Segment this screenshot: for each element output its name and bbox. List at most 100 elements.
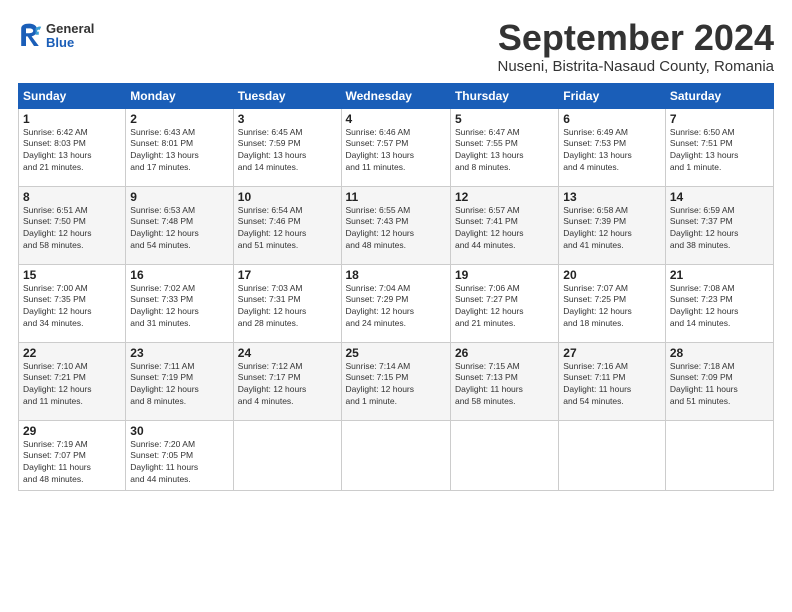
table-row xyxy=(559,420,666,490)
day-number: 23 xyxy=(130,346,228,360)
table-row: 15Sunrise: 7:00 AMSunset: 7:35 PMDayligh… xyxy=(19,264,126,342)
day-info: Sunrise: 6:45 AMSunset: 7:59 PMDaylight:… xyxy=(238,127,337,175)
table-row: 1Sunrise: 6:42 AMSunset: 8:03 PMDaylight… xyxy=(19,108,126,186)
table-row: 2Sunrise: 6:43 AMSunset: 8:01 PMDaylight… xyxy=(126,108,233,186)
day-info: Sunrise: 7:06 AMSunset: 7:27 PMDaylight:… xyxy=(455,283,554,331)
day-number: 12 xyxy=(455,190,554,204)
day-number: 14 xyxy=(670,190,769,204)
day-number: 6 xyxy=(563,112,661,126)
day-info: Sunrise: 6:55 AMSunset: 7:43 PMDaylight:… xyxy=(346,205,446,253)
calendar-table: Sunday Monday Tuesday Wednesday Thursday… xyxy=(18,83,774,491)
day-number: 1 xyxy=(23,112,121,126)
table-row: 9Sunrise: 6:53 AMSunset: 7:48 PMDaylight… xyxy=(126,186,233,264)
day-number: 2 xyxy=(130,112,228,126)
day-info: Sunrise: 6:53 AMSunset: 7:48 PMDaylight:… xyxy=(130,205,228,253)
col-thursday: Thursday xyxy=(450,83,558,108)
day-info: Sunrise: 7:14 AMSunset: 7:15 PMDaylight:… xyxy=(346,361,446,409)
day-info: Sunrise: 6:51 AMSunset: 7:50 PMDaylight:… xyxy=(23,205,121,253)
calendar-week-row: 22Sunrise: 7:10 AMSunset: 7:21 PMDayligh… xyxy=(19,342,774,420)
logo-blue: Blue xyxy=(46,36,94,50)
header: General Blue September 2024 Nuseni, Bist… xyxy=(18,18,774,75)
col-tuesday: Tuesday xyxy=(233,83,341,108)
table-row: 24Sunrise: 7:12 AMSunset: 7:17 PMDayligh… xyxy=(233,342,341,420)
title-block: September 2024 Nuseni, Bistrita-Nasaud C… xyxy=(497,18,774,75)
day-info: Sunrise: 7:10 AMSunset: 7:21 PMDaylight:… xyxy=(23,361,121,409)
table-row: 26Sunrise: 7:15 AMSunset: 7:13 PMDayligh… xyxy=(450,342,558,420)
day-info: Sunrise: 7:19 AMSunset: 7:07 PMDaylight:… xyxy=(23,439,121,487)
table-row: 20Sunrise: 7:07 AMSunset: 7:25 PMDayligh… xyxy=(559,264,666,342)
table-row: 19Sunrise: 7:06 AMSunset: 7:27 PMDayligh… xyxy=(450,264,558,342)
table-row: 18Sunrise: 7:04 AMSunset: 7:29 PMDayligh… xyxy=(341,264,450,342)
table-row: 3Sunrise: 6:45 AMSunset: 7:59 PMDaylight… xyxy=(233,108,341,186)
logo-icon xyxy=(18,22,42,50)
day-info: Sunrise: 6:57 AMSunset: 7:41 PMDaylight:… xyxy=(455,205,554,253)
day-info: Sunrise: 6:47 AMSunset: 7:55 PMDaylight:… xyxy=(455,127,554,175)
logo-text: General Blue xyxy=(46,22,94,51)
day-number: 29 xyxy=(23,424,121,438)
table-row: 22Sunrise: 7:10 AMSunset: 7:21 PMDayligh… xyxy=(19,342,126,420)
day-number: 24 xyxy=(238,346,337,360)
day-number: 28 xyxy=(670,346,769,360)
day-number: 19 xyxy=(455,268,554,282)
day-info: Sunrise: 7:15 AMSunset: 7:13 PMDaylight:… xyxy=(455,361,554,409)
logo: General Blue xyxy=(18,22,94,51)
table-row: 21Sunrise: 7:08 AMSunset: 7:23 PMDayligh… xyxy=(665,264,773,342)
day-info: Sunrise: 6:54 AMSunset: 7:46 PMDaylight:… xyxy=(238,205,337,253)
day-info: Sunrise: 6:43 AMSunset: 8:01 PMDaylight:… xyxy=(130,127,228,175)
table-row xyxy=(233,420,341,490)
col-saturday: Saturday xyxy=(665,83,773,108)
day-number: 16 xyxy=(130,268,228,282)
col-sunday: Sunday xyxy=(19,83,126,108)
day-info: Sunrise: 7:18 AMSunset: 7:09 PMDaylight:… xyxy=(670,361,769,409)
day-info: Sunrise: 7:07 AMSunset: 7:25 PMDaylight:… xyxy=(563,283,661,331)
day-number: 11 xyxy=(346,190,446,204)
table-row: 30Sunrise: 7:20 AMSunset: 7:05 PMDayligh… xyxy=(126,420,233,490)
col-monday: Monday xyxy=(126,83,233,108)
table-row: 29Sunrise: 7:19 AMSunset: 7:07 PMDayligh… xyxy=(19,420,126,490)
day-info: Sunrise: 6:58 AMSunset: 7:39 PMDaylight:… xyxy=(563,205,661,253)
col-wednesday: Wednesday xyxy=(341,83,450,108)
day-info: Sunrise: 7:03 AMSunset: 7:31 PMDaylight:… xyxy=(238,283,337,331)
calendar-week-row: 1Sunrise: 6:42 AMSunset: 8:03 PMDaylight… xyxy=(19,108,774,186)
day-number: 3 xyxy=(238,112,337,126)
table-row: 17Sunrise: 7:03 AMSunset: 7:31 PMDayligh… xyxy=(233,264,341,342)
day-number: 20 xyxy=(563,268,661,282)
day-info: Sunrise: 6:42 AMSunset: 8:03 PMDaylight:… xyxy=(23,127,121,175)
table-row: 7Sunrise: 6:50 AMSunset: 7:51 PMDaylight… xyxy=(665,108,773,186)
month-title: September 2024 xyxy=(497,18,774,58)
day-number: 21 xyxy=(670,268,769,282)
day-info: Sunrise: 7:08 AMSunset: 7:23 PMDaylight:… xyxy=(670,283,769,331)
day-number: 17 xyxy=(238,268,337,282)
calendar-week-row: 15Sunrise: 7:00 AMSunset: 7:35 PMDayligh… xyxy=(19,264,774,342)
day-number: 13 xyxy=(563,190,661,204)
calendar-header-row: Sunday Monday Tuesday Wednesday Thursday… xyxy=(19,83,774,108)
calendar-week-row: 8Sunrise: 6:51 AMSunset: 7:50 PMDaylight… xyxy=(19,186,774,264)
table-row: 23Sunrise: 7:11 AMSunset: 7:19 PMDayligh… xyxy=(126,342,233,420)
table-row: 5Sunrise: 6:47 AMSunset: 7:55 PMDaylight… xyxy=(450,108,558,186)
calendar-week-row: 29Sunrise: 7:19 AMSunset: 7:07 PMDayligh… xyxy=(19,420,774,490)
table-row: 13Sunrise: 6:58 AMSunset: 7:39 PMDayligh… xyxy=(559,186,666,264)
table-row: 25Sunrise: 7:14 AMSunset: 7:15 PMDayligh… xyxy=(341,342,450,420)
day-number: 15 xyxy=(23,268,121,282)
location-subtitle: Nuseni, Bistrita-Nasaud County, Romania xyxy=(497,58,774,75)
table-row: 12Sunrise: 6:57 AMSunset: 7:41 PMDayligh… xyxy=(450,186,558,264)
day-info: Sunrise: 6:49 AMSunset: 7:53 PMDaylight:… xyxy=(563,127,661,175)
day-number: 10 xyxy=(238,190,337,204)
day-info: Sunrise: 7:16 AMSunset: 7:11 PMDaylight:… xyxy=(563,361,661,409)
day-number: 25 xyxy=(346,346,446,360)
table-row: 6Sunrise: 6:49 AMSunset: 7:53 PMDaylight… xyxy=(559,108,666,186)
table-row: 28Sunrise: 7:18 AMSunset: 7:09 PMDayligh… xyxy=(665,342,773,420)
day-number: 8 xyxy=(23,190,121,204)
logo-general: General xyxy=(46,22,94,36)
col-friday: Friday xyxy=(559,83,666,108)
day-number: 27 xyxy=(563,346,661,360)
day-info: Sunrise: 7:12 AMSunset: 7:17 PMDaylight:… xyxy=(238,361,337,409)
day-info: Sunrise: 7:20 AMSunset: 7:05 PMDaylight:… xyxy=(130,439,228,487)
table-row xyxy=(450,420,558,490)
day-number: 18 xyxy=(346,268,446,282)
day-number: 22 xyxy=(23,346,121,360)
table-row: 14Sunrise: 6:59 AMSunset: 7:37 PMDayligh… xyxy=(665,186,773,264)
table-row xyxy=(665,420,773,490)
table-row: 16Sunrise: 7:02 AMSunset: 7:33 PMDayligh… xyxy=(126,264,233,342)
page-container: General Blue September 2024 Nuseni, Bist… xyxy=(0,0,792,612)
